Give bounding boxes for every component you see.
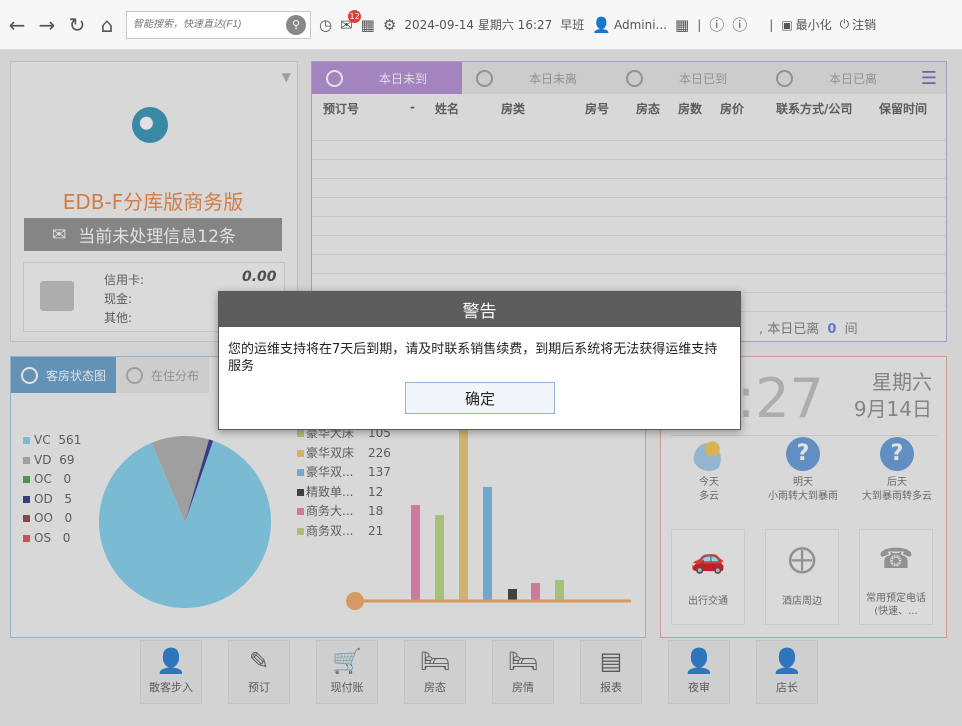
forward-arrow-icon[interactable]: → — [36, 13, 58, 37]
clock-icon[interactable]: ◷ — [319, 16, 332, 34]
warning-dialog: 警告 您的运维支持将在7天后到期，请及时联系销售续费，到期后系统将无法获得运维支… — [218, 291, 741, 430]
dialog-title: 警告 — [219, 292, 740, 327]
schedule-icon[interactable]: ▦ — [361, 16, 375, 34]
minimize-icon: ▣ — [781, 17, 793, 32]
minimize-button[interactable]: ▣ 最小化 — [781, 16, 831, 33]
settings-icon[interactable]: ⚙ — [383, 16, 396, 34]
shift-label: 早班 — [560, 18, 585, 32]
logout-label: 注销 — [852, 18, 877, 32]
separator-2: | — [769, 17, 774, 32]
help-icon[interactable]: ⓘ — [709, 14, 724, 35]
qr-code-icon[interactable]: ▦ — [675, 16, 689, 34]
separator: | — [697, 17, 702, 32]
datetime: 2024-09-14 星期六 16:27 — [404, 18, 553, 32]
user-icon: 👤 — [592, 15, 611, 34]
info-icon[interactable]: ⓘ — [732, 14, 747, 35]
refresh-icon[interactable]: ↻ — [66, 13, 88, 37]
search-input[interactable] — [133, 19, 286, 30]
minimize-label: 最小化 — [795, 18, 832, 32]
user-menu[interactable]: 👤 Admini... — [592, 16, 667, 34]
back-arrow-icon[interactable]: ← — [6, 13, 28, 37]
notification-icon[interactable]: ✉ 12 — [340, 9, 362, 34]
top-toolbar: ← → ↻ ⌂ ⚲ ◷ ✉12 ▦ ⚙ 2024-09-14 星期六 16:27… — [0, 0, 962, 50]
search-box: ⚲ — [126, 10, 311, 39]
search-icon[interactable]: ⚲ — [286, 14, 306, 35]
logout-button[interactable]: ⏻ 注销 — [840, 16, 877, 33]
notification-badge: 12 — [348, 9, 362, 23]
dialog-message: 您的运维支持将在7天后到期，请及时联系销售续费，到期后系统将无法获得运维支持服务 — [228, 342, 718, 374]
home-icon[interactable]: ⌂ — [96, 13, 118, 37]
user-name: Admini... — [613, 17, 667, 32]
power-icon: ⏻ — [839, 17, 850, 31]
confirm-button[interactable]: 确定 — [405, 382, 555, 414]
